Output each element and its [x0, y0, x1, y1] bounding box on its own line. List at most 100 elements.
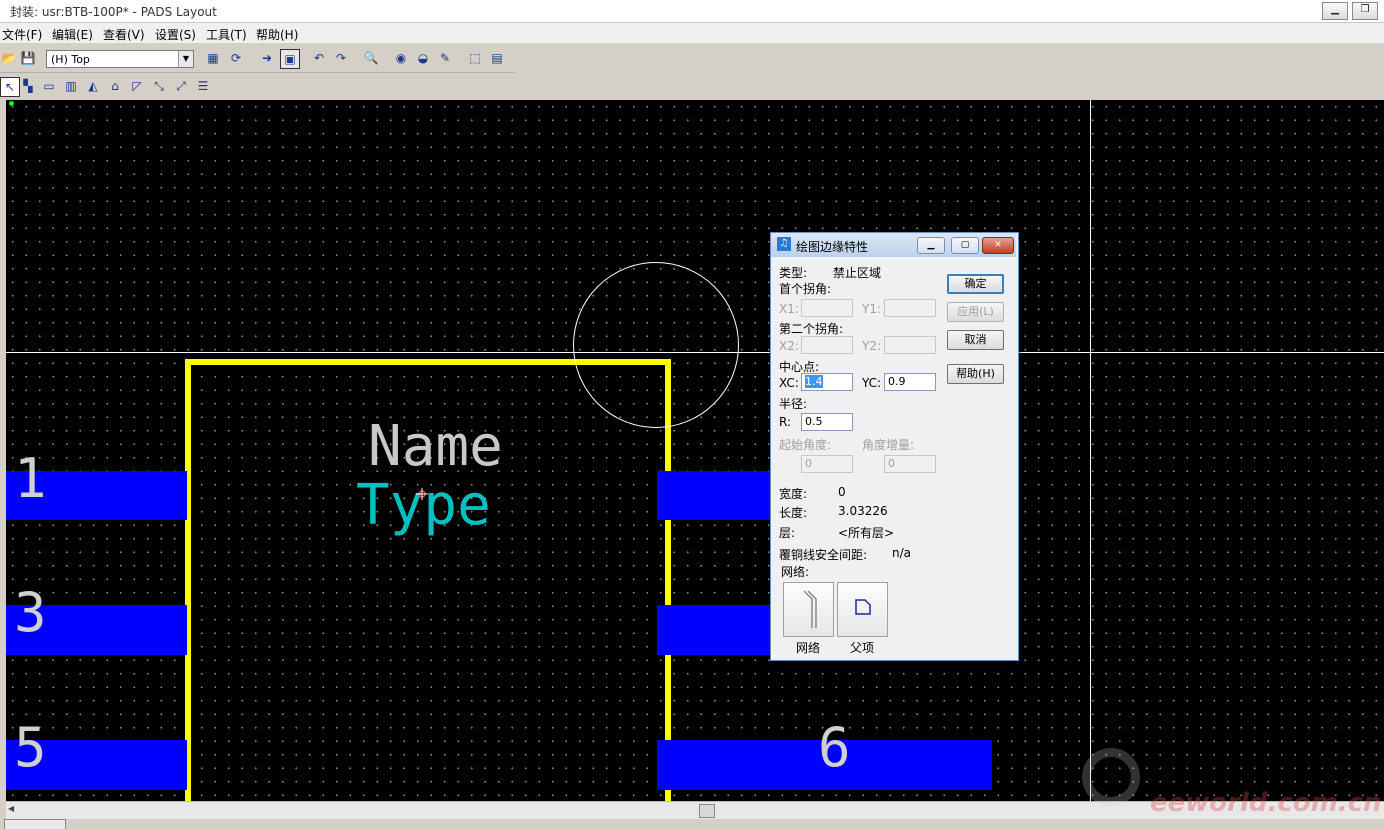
- route-icon[interactable]: ➜: [258, 49, 276, 67]
- keepout-circle[interactable]: [573, 262, 739, 428]
- status-bar: [0, 819, 1384, 829]
- apply-button[interactable]: 应用(L): [947, 302, 1004, 322]
- cursor-icon: [416, 488, 428, 500]
- r-label: R:: [779, 415, 792, 429]
- help-button[interactable]: 帮助(H): [947, 364, 1004, 384]
- net-button-label: 网络: [796, 641, 821, 655]
- length-label: 长度:: [779, 506, 808, 520]
- start-angle-field: 0: [801, 455, 853, 473]
- refresh-icon[interactable]: ⟳: [227, 49, 245, 67]
- watermark-text: eeworld.com.cn: [1150, 788, 1382, 818]
- zoom-icon[interactable]: 🔍: [362, 49, 380, 67]
- layer-dropdown[interactable]: (H) Top ▼: [46, 50, 194, 68]
- clearance-value: n/a: [892, 546, 912, 560]
- type-value: 禁止区域: [833, 266, 882, 280]
- x1-field: [801, 299, 853, 317]
- menu-file[interactable]: 文件(F): [2, 26, 42, 43]
- x1-label: X1:: [779, 302, 799, 316]
- menu-bar: 文件(F) 编辑(E) 查看(V) 设置(S) 工具(T) 帮助(H): [0, 23, 1384, 43]
- y2-label: Y2:: [862, 339, 882, 353]
- brush-icon[interactable]: ✎: [436, 49, 454, 67]
- minimize-icon[interactable]: ▁: [1322, 2, 1348, 20]
- keepout-icon[interactable]: ⌂: [106, 77, 124, 95]
- design-canvas[interactable]: 1 3 5 6 Name Type: [6, 100, 1384, 801]
- menu-setup[interactable]: 设置(S): [155, 26, 196, 43]
- chevron-down-icon[interactable]: ▼: [178, 51, 193, 67]
- redo-icon[interactable]: ↷: [332, 49, 350, 67]
- app-icon: ♫: [777, 237, 791, 251]
- parent-button-label: 父项: [850, 641, 875, 655]
- net-button[interactable]: [783, 582, 834, 637]
- menu-help[interactable]: 帮助(H): [256, 26, 298, 43]
- select-window-icon[interactable]: ⬚: [466, 49, 484, 67]
- pad-stack-icon[interactable]: ▥: [62, 77, 80, 95]
- yc-label: YC:: [862, 376, 882, 390]
- parent-outline-icon: [855, 599, 871, 615]
- origin-marker: [9, 101, 14, 106]
- type-label: 类型:: [779, 266, 808, 280]
- properties-icon[interactable]: ▦: [204, 49, 222, 67]
- dimension-icon[interactable]: ⤡: [150, 77, 168, 95]
- pin-label: 5: [14, 716, 47, 779]
- layer-value: <所有层>: [838, 526, 895, 540]
- y2-field: [884, 336, 936, 354]
- undo-icon[interactable]: ↶: [310, 49, 328, 67]
- window-title: 封装: usr:BTB-100P* - PADS Layout: [10, 5, 217, 19]
- drafting-icon[interactable]: ▭: [40, 77, 58, 95]
- layers-icon[interactable]: ▤: [488, 49, 506, 67]
- y1-field: [884, 299, 936, 317]
- net-label: 网络:: [781, 565, 810, 579]
- type-label[interactable]: Type: [356, 473, 491, 538]
- copper-icon[interactable]: ◭: [84, 77, 102, 95]
- length-value: 3.03226: [838, 504, 888, 518]
- list-icon[interactable]: ☰: [194, 77, 212, 95]
- dialog-title-bar[interactable]: ♫ 绘图边缘特性 ▁ ▢ ✕: [771, 233, 1016, 257]
- scroll-thumb[interactable]: [699, 804, 715, 818]
- menu-tools[interactable]: 工具(T): [206, 26, 247, 43]
- view-icon[interactable]: ◉: [392, 49, 410, 67]
- net-trace-icon: [803, 590, 817, 628]
- drafting-properties-dialog: ♫ 绘图边缘特性 ▁ ▢ ✕ 类型: 禁止区域 首个拐角: X1: Y1: 第二…: [770, 232, 1019, 661]
- terminal-icon[interactable]: ▚: [19, 77, 37, 95]
- pan-icon[interactable]: ◒: [414, 49, 432, 67]
- open-icon[interactable]: 📂: [0, 49, 18, 67]
- ok-button[interactable]: 确定: [947, 274, 1004, 294]
- select-arrow-icon[interactable]: ↖: [0, 77, 20, 97]
- yc-field[interactable]: 0.9: [884, 373, 936, 391]
- xc-field[interactable]: 1.4: [801, 373, 853, 391]
- maximize-icon[interactable]: ▢: [951, 237, 979, 254]
- layer-dropdown-value: (H) Top: [51, 53, 90, 66]
- radius-field[interactable]: 0.5: [801, 413, 853, 431]
- watermark-logo-icon: [1082, 748, 1140, 806]
- radius-label: 半径:: [779, 397, 808, 411]
- parent-button[interactable]: [837, 582, 888, 637]
- y1-label: Y1:: [862, 302, 882, 316]
- angle-delta-label: 角度增量:: [862, 438, 915, 452]
- close-icon[interactable]: ✕: [982, 237, 1014, 254]
- name-label[interactable]: Name: [368, 414, 503, 479]
- line-icon[interactable]: ◸: [128, 77, 146, 95]
- arc-icon[interactable]: ⤢: [172, 77, 190, 95]
- save-icon[interactable]: 💾: [19, 49, 37, 67]
- angle-delta-field: 0: [884, 455, 936, 473]
- display-icon[interactable]: ▣: [280, 49, 300, 69]
- title-bar: 封装: usr:BTB-100P* - PADS Layout ▁ ❐: [0, 0, 1384, 23]
- pin-label: 1: [14, 447, 47, 510]
- width-label: 宽度:: [779, 487, 808, 501]
- pin-label: 6: [818, 716, 851, 779]
- crosshair-vertical: [1090, 100, 1091, 801]
- menu-view[interactable]: 查看(V): [103, 26, 145, 43]
- pin-label: 3: [14, 581, 47, 644]
- x2-label: X2:: [779, 339, 799, 353]
- cancel-button[interactable]: 取消: [947, 330, 1004, 350]
- first-corner-label: 首个拐角:: [779, 282, 832, 296]
- x2-field: [801, 336, 853, 354]
- dialog-title: 绘图边缘特性: [796, 240, 869, 254]
- layer-label: 层:: [779, 526, 796, 540]
- menu-edit[interactable]: 编辑(E): [52, 26, 93, 43]
- clearance-label: 覆铜线安全间距:: [779, 548, 868, 562]
- drafting-toolbar: ↖ ▚ ▭ ▥ ◭ ⌂ ◸ ⤡ ⤢ ☰: [0, 74, 216, 98]
- restore-icon[interactable]: ❐: [1352, 2, 1378, 20]
- scroll-left-icon[interactable]: ◀: [8, 804, 14, 813]
- minimize-icon[interactable]: ▁: [917, 237, 945, 254]
